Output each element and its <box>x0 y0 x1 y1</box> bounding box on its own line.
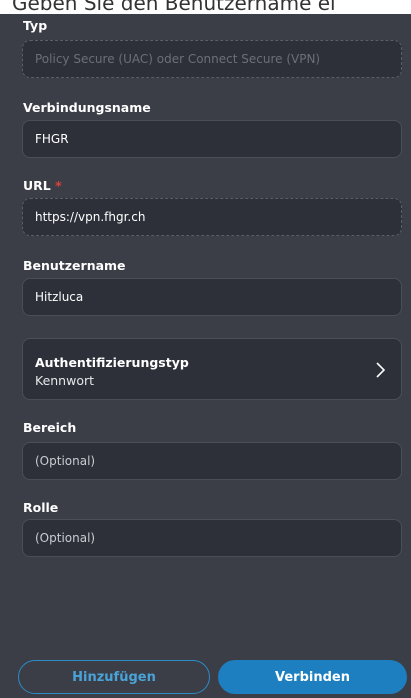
connection-name-label: Verbindungsname <box>23 100 151 115</box>
role-placeholder: (Optional) <box>35 531 96 545</box>
type-field: Policy Secure (UAC) oder Connect Secure … <box>22 40 402 78</box>
auth-type-selector[interactable]: Authentifizierungstyp Kennwort <box>22 338 402 400</box>
connection-name-input[interactable]: FHGR <box>22 120 402 158</box>
realm-placeholder: (Optional) <box>35 454 96 468</box>
connection-name-value: FHGR <box>35 132 69 146</box>
add-button[interactable]: Hinzufügen <box>18 660 210 694</box>
url-value: https://vpn.fhgr.ch <box>35 210 146 224</box>
type-label: Typ <box>23 18 48 33</box>
type-value: Policy Secure (UAC) oder Connect Secure … <box>35 52 321 66</box>
auth-type-title: Authentifizierungstyp <box>35 355 189 370</box>
instruction-text: Geben Sie den Benutzername ei <box>12 0 336 14</box>
url-label-text: URL <box>23 178 51 193</box>
url-label: URL * <box>23 178 62 193</box>
chevron-right-icon <box>376 362 386 378</box>
action-bar: Hinzufügen Verbinden <box>0 650 411 698</box>
realm-input[interactable]: (Optional) <box>22 442 402 480</box>
connect-button[interactable]: Verbinden <box>218 660 407 694</box>
auth-type-value: Kennwort <box>35 373 95 388</box>
role-input[interactable]: (Optional) <box>22 519 402 557</box>
role-label: Rolle <box>23 500 59 515</box>
username-label: Benutzername <box>23 258 126 273</box>
instruction-banner: Geben Sie den Benutzername ei <box>0 0 411 14</box>
username-value: Hitzluca <box>35 290 84 304</box>
username-input[interactable]: Hitzluca <box>22 278 402 316</box>
realm-label: Bereich <box>23 420 77 435</box>
url-input[interactable]: https://vpn.fhgr.ch <box>22 198 402 236</box>
required-marker: * <box>55 178 62 193</box>
